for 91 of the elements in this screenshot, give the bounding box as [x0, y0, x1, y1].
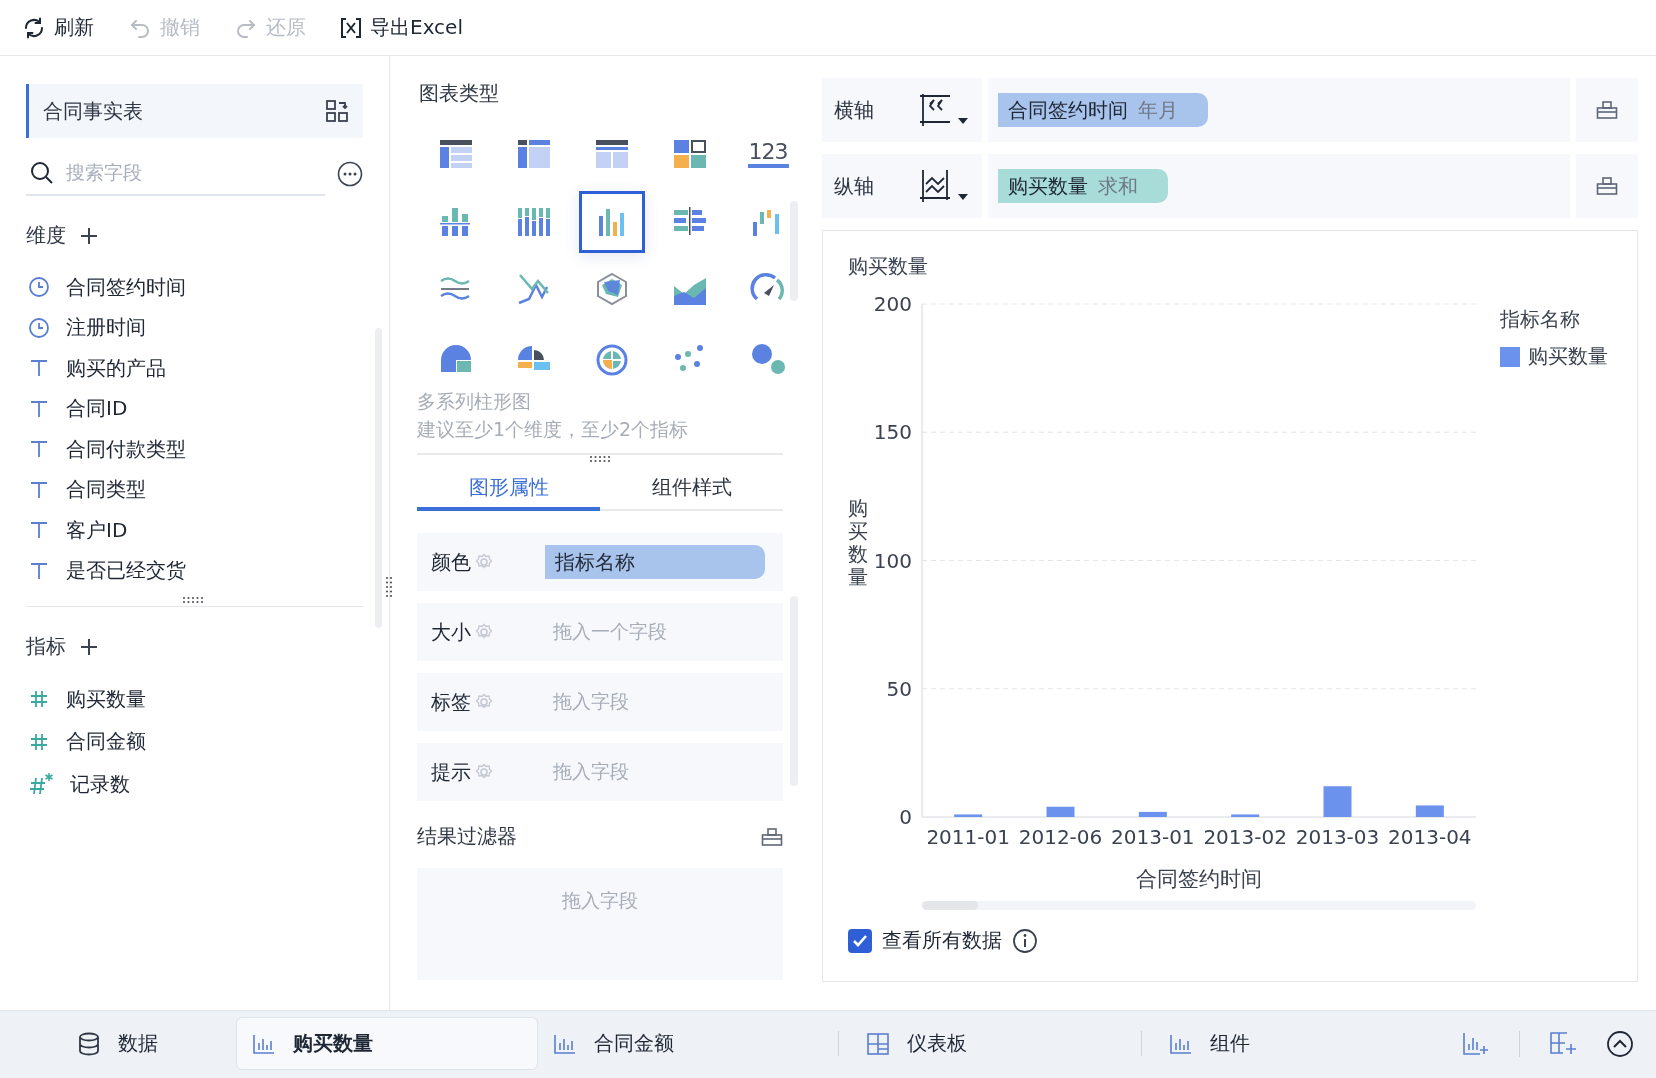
- bar-chart-icon: [1170, 1033, 1192, 1054]
- field-chip[interactable]: 购买数量 求和: [998, 169, 1168, 203]
- chart-type-hint: 建议至少1个维度，至少2个指标: [417, 417, 690, 442]
- chart-type-name: 多系列柱形图: [417, 389, 532, 414]
- check-icon: [852, 933, 868, 948]
- chart-title: 购买数量: [848, 253, 929, 280]
- y-axis-title: 购买数量: [848, 496, 868, 589]
- add-icon[interactable]: [80, 226, 98, 245]
- field-chip[interactable]: 指标名称: [545, 545, 765, 579]
- switch-table-icon[interactable]: [325, 99, 349, 123]
- axis-settings-icon[interactable]: [1596, 176, 1618, 196]
- sheet-tab[interactable]: 购买数量: [236, 1017, 538, 1070]
- axis-label: 纵轴: [834, 172, 874, 200]
- add-icon[interactable]: [80, 637, 98, 656]
- clock-icon: [28, 276, 50, 299]
- field-item[interactable]: 注册时间: [26, 307, 363, 348]
- drop-field[interactable]: 大小 拖入一个字段: [417, 603, 783, 661]
- field-chip[interactable]: 合同签约时间 年月: [998, 93, 1208, 127]
- resize-handle[interactable]: [385, 576, 393, 598]
- drop-field[interactable]: 标签 拖入字段: [417, 673, 783, 731]
- clock-icon: [28, 316, 50, 339]
- filter-settings-icon[interactable]: [761, 826, 783, 847]
- section-title: 结果过滤器: [417, 823, 517, 850]
- bar-chart-icon: [253, 1033, 275, 1054]
- add-dashboard-icon[interactable]: [1550, 1031, 1576, 1056]
- excel-export-icon: [340, 16, 362, 39]
- sheet-tab[interactable]: 组件: [1142, 1017, 1442, 1070]
- sheet-tab[interactable]: 数据: [0, 1017, 236, 1070]
- field-item[interactable]: 合同金额: [26, 720, 363, 763]
- x-tick-label: 2013-02: [1203, 825, 1287, 849]
- collapse-icon[interactable]: [1606, 1029, 1634, 1058]
- more-icon[interactable]: [337, 161, 363, 187]
- dashboard-icon: [867, 1032, 889, 1055]
- y-tick-label: 200: [873, 292, 912, 316]
- sheet-tab[interactable]: 合同金额: [538, 1017, 838, 1070]
- checkbox-label: 查看所有数据: [882, 927, 1002, 954]
- resize-handle[interactable]: [589, 455, 611, 463]
- y-tick-label: 100: [873, 548, 912, 573]
- field-item[interactable]: 客户ID: [26, 510, 363, 551]
- info-icon[interactable]: [1012, 927, 1038, 954]
- database-icon: [78, 1031, 100, 1056]
- search-icon: [30, 161, 54, 185]
- add-chart-icon[interactable]: [1463, 1031, 1489, 1056]
- property-tab[interactable]: 图形属性: [417, 467, 600, 511]
- table-selector[interactable]: 合同事实表: [26, 84, 363, 138]
- property-label: 大小: [431, 618, 471, 646]
- resize-handle[interactable]: [182, 596, 204, 604]
- x-tick-label: 2011-01: [926, 825, 1010, 849]
- field-item[interactable]: 合同签约时间: [26, 267, 363, 308]
- horizontal-scrollbar[interactable]: [922, 901, 1476, 910]
- y-tick-label: 0: [899, 805, 912, 829]
- x-axis-title: 合同签约时间: [1136, 867, 1262, 891]
- drop-field[interactable]: 提示 拖入字段: [417, 743, 783, 801]
- y-tick-label: 50: [886, 676, 912, 701]
- chart-type-option[interactable]: [579, 191, 645, 253]
- checkbox[interactable]: [848, 928, 872, 953]
- legend-label[interactable]: 购买数量: [1528, 343, 1608, 370]
- property-label: 颜色: [431, 548, 471, 576]
- bar-chart-icon: [554, 1033, 576, 1054]
- y-tick-label: 150: [873, 420, 912, 445]
- property-tab[interactable]: 组件样式: [600, 467, 783, 511]
- field-item[interactable]: 合同付款类型: [26, 429, 363, 470]
- field-item[interactable]: 合同类型: [26, 469, 363, 510]
- hash-star-icon: [28, 772, 54, 797]
- drop-placeholder: 拖入字段: [553, 689, 629, 714]
- x-tick-label: 2013-01: [1111, 825, 1195, 849]
- x-tick-label: 2012-06: [1018, 825, 1103, 849]
- section-title: 维度: [26, 222, 66, 249]
- axis-label: 横轴: [834, 96, 874, 124]
- refresh-button[interactable]: 刷新: [20, 10, 96, 45]
- axis-settings-icon[interactable]: [1596, 100, 1618, 120]
- refresh-icon: [22, 15, 46, 40]
- field-item[interactable]: 购买的产品: [26, 348, 363, 389]
- drop-placeholder: 拖入一个字段: [553, 619, 667, 644]
- sheet-tab[interactable]: 仪表板: [839, 1017, 1141, 1070]
- chart-type-option[interactable]: 123: [735, 123, 801, 185]
- x-tick-label: 2013-04: [1388, 825, 1472, 849]
- section-title: 指标: [26, 633, 66, 660]
- x-tick-label: 2013-03: [1295, 825, 1380, 849]
- field-item[interactable]: 是否已经交货: [26, 550, 363, 591]
- field-item[interactable]: 记录数: [26, 763, 363, 806]
- drop-placeholder: 拖入字段: [553, 759, 629, 784]
- property-label: 提示: [431, 758, 471, 786]
- property-label: 标签: [431, 688, 471, 716]
- legend-title: 指标名称: [1500, 306, 1581, 333]
- field-item[interactable]: 合同ID: [26, 388, 363, 429]
- section-title: 图表类型: [419, 80, 500, 107]
- radar-chart-icon: [594, 272, 630, 308]
- drop-field[interactable]: 颜色 指标名称: [417, 533, 783, 591]
- export-button[interactable]: 导出Excel: [338, 10, 465, 45]
- field-item[interactable]: 购买数量: [26, 678, 363, 721]
